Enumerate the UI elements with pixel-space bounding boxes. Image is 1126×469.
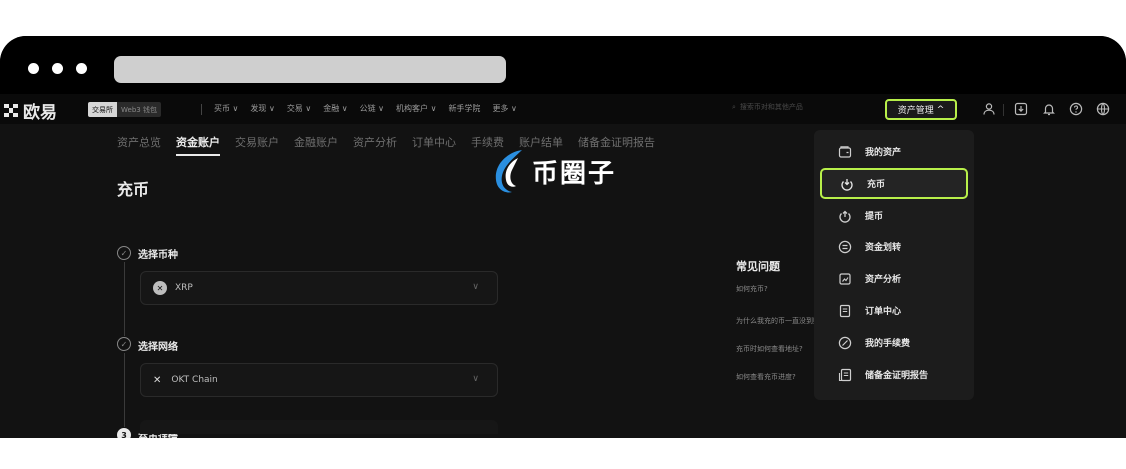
bell-icon[interactable] xyxy=(1042,102,1056,116)
wallet-icon xyxy=(838,145,852,159)
dropdown-item-my-assets[interactable]: 我的资产 xyxy=(820,136,968,167)
dropdown-item-label: 充币 xyxy=(867,180,886,190)
search-placeholder: 搜索币对和其他产品 xyxy=(739,103,803,111)
step1-check-icon: ✓ xyxy=(117,246,131,260)
nav-item-discover[interactable]: 发现 ∨ xyxy=(250,103,274,114)
logo-text: 欧易 xyxy=(23,103,57,123)
dropdown-item-label: 储备金证明报告 xyxy=(865,371,929,381)
tab-asset-analysis[interactable]: 资产分析 xyxy=(353,134,397,150)
analysis-icon xyxy=(838,272,852,286)
chevron-up-icon: ^ xyxy=(936,104,945,115)
browser-window: 欧易 交易所 Web3 钱包 买币 ∨ 发现 ∨ 交易 ∨ 金融 ∨ 公链 ∨ … xyxy=(0,36,1126,438)
faq-item[interactable]: 如何查看充币进度? xyxy=(736,372,820,382)
browser-titlebar xyxy=(0,36,1126,94)
withdraw-icon xyxy=(838,209,852,223)
download-icon[interactable] xyxy=(1014,102,1028,116)
tab-order-center[interactable]: 订单中心 xyxy=(412,134,456,150)
nav-divider xyxy=(201,104,202,115)
okt-chain-icon: ✕ xyxy=(153,374,162,386)
dropdown-item-transfer[interactable]: 资金划转 xyxy=(820,231,968,262)
faq-item[interactable]: 为什么我充的币一直没到账? xyxy=(736,316,820,326)
dropdown-item-label: 提币 xyxy=(865,212,884,222)
nav-item-finance[interactable]: 金融 ∨ xyxy=(323,103,347,114)
watermark-text: 币圈子 xyxy=(532,158,617,189)
globe-icon[interactable] xyxy=(1096,102,1110,116)
step-connector-1 xyxy=(124,262,125,336)
faq-title: 常见问题 xyxy=(736,260,780,273)
dropdown-item-deposit[interactable]: 充币 xyxy=(820,168,968,199)
dropdown-item-my-fees[interactable]: 我的手续费 xyxy=(820,327,968,358)
watermark: 币圈子 xyxy=(488,144,616,198)
nav-item-buy[interactable]: 买币 ∨ xyxy=(214,103,238,114)
mode-toggle[interactable]: 交易所 Web3 钱包 xyxy=(88,102,161,117)
nav-icon-divider xyxy=(1003,104,1004,116)
deposit-icon xyxy=(840,177,854,191)
tab-trading-account[interactable]: 交易账户 xyxy=(235,134,279,150)
dropdown-item-label: 资金划转 xyxy=(865,243,902,253)
mode-exchange-tab[interactable]: 交易所 xyxy=(88,102,117,117)
nav-item-academy[interactable]: 新手学院 xyxy=(448,103,480,114)
step2-check-icon: ✓ xyxy=(117,337,131,351)
faq-item[interactable]: 充币时如何查看地址? xyxy=(736,344,820,354)
nav-item-trade[interactable]: 交易 ∨ xyxy=(287,103,311,114)
tab-asset-overview[interactable]: 资产总览 xyxy=(117,134,161,150)
dropdown-item-order-center[interactable]: 订单中心 xyxy=(820,295,968,326)
window-dot-3[interactable] xyxy=(76,63,87,74)
report-icon xyxy=(838,368,852,382)
asset-management-dropdown: 我的资产 充币 提币 资金划转 资产分析 订单中心 我的手续费 储备金证明报告 xyxy=(814,130,974,400)
deposit-detail-field xyxy=(140,420,498,434)
window-dot-2[interactable] xyxy=(52,63,63,74)
coin-select[interactable]: ✕ XRP ∨ xyxy=(140,271,498,305)
dropdown-item-label: 我的资产 xyxy=(865,148,902,158)
user-icon[interactable] xyxy=(982,102,996,116)
okx-logo[interactable]: 欧易 xyxy=(4,98,57,123)
window-dot-1[interactable] xyxy=(28,63,39,74)
dropdown-item-asset-analysis[interactable]: 资产分析 xyxy=(820,263,968,294)
fee-icon xyxy=(838,336,852,350)
help-icon[interactable] xyxy=(1069,102,1083,116)
step1-label: 选择币种 xyxy=(138,250,178,261)
dropdown-item-withdraw[interactable]: 提币 xyxy=(820,200,968,231)
mode-web3-tab[interactable]: Web3 钱包 xyxy=(117,102,161,117)
chevron-down-icon: ∨ xyxy=(472,374,479,384)
page-title: 充币 xyxy=(117,180,150,199)
step3-number: 3 xyxy=(117,428,131,438)
network-select-value: OKT Chain xyxy=(171,375,218,385)
search-input[interactable]: ⌕ 搜索币对和其他产品 xyxy=(732,102,803,112)
search-icon: ⌕ xyxy=(732,102,736,111)
faq-item[interactable]: 如何充币? xyxy=(736,284,820,294)
asset-management-label: 资产管理 xyxy=(897,106,934,116)
order-icon xyxy=(838,304,852,318)
nav-item-institutional[interactable]: 机构客户 ∨ xyxy=(396,103,436,114)
nav-item-chain[interactable]: 公链 ∨ xyxy=(360,103,384,114)
step-connector-2 xyxy=(124,353,125,427)
dropdown-item-label: 我的手续费 xyxy=(865,339,911,349)
tab-finance-account[interactable]: 金融账户 xyxy=(294,134,338,150)
network-select[interactable]: ✕ OKT Chain ∨ xyxy=(140,363,498,397)
okx-logo-icon xyxy=(4,103,18,118)
tab-funding-account[interactable]: 资金账户 xyxy=(176,134,220,156)
xrp-coin-icon: ✕ xyxy=(153,281,167,295)
dropdown-item-label: 资产分析 xyxy=(865,275,902,285)
coin-select-value: XRP xyxy=(175,283,193,293)
step2-label: 选择网络 xyxy=(138,342,178,353)
top-navbar: 欧易 交易所 Web3 钱包 买币 ∨ 发现 ∨ 交易 ∨ 金融 ∨ 公链 ∨ … xyxy=(0,94,1126,124)
nav-menu: 买币 ∨ 发现 ∨ 交易 ∨ 金融 ∨ 公链 ∨ 机构客户 ∨ 新手学院 更多 … xyxy=(214,103,517,114)
transfer-icon xyxy=(838,240,852,254)
chevron-down-icon: ∨ xyxy=(472,282,479,292)
asset-management-button[interactable]: 资产管理 ^ xyxy=(885,99,957,120)
url-bar[interactable] xyxy=(114,56,506,83)
dropdown-item-label: 订单中心 xyxy=(865,307,902,317)
watermark-logo-icon xyxy=(495,150,522,193)
dropdown-item-proof-of-reserves[interactable]: 储备金证明报告 xyxy=(820,359,968,390)
nav-item-more[interactable]: 更多 ∨ xyxy=(492,103,516,114)
